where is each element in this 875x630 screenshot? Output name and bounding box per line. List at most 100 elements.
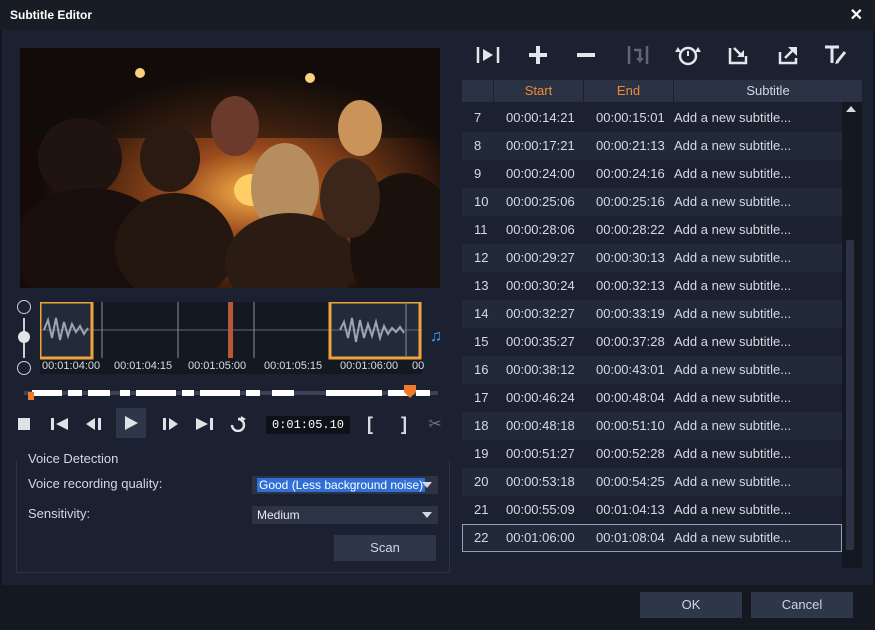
split-icon[interactable]: ✂ xyxy=(421,410,449,438)
sensitivity-value: Medium xyxy=(257,508,300,522)
row-subtitle-text[interactable]: Add a new subtitle... xyxy=(674,104,791,132)
play-subtitle-icon[interactable] xyxy=(474,42,502,68)
waveform-toggle-icon[interactable]: ♫ xyxy=(430,328,442,346)
table-row[interactable]: 18 00:00:48:18 00:00:51:10 Add a new subtit… xyxy=(462,412,842,440)
play-icon[interactable] xyxy=(116,408,146,438)
column-header-subtitle[interactable]: Subtitle xyxy=(674,80,862,102)
export-subtitle-icon[interactable] xyxy=(774,42,802,68)
stop-icon[interactable] xyxy=(10,410,38,438)
row-subtitle-text[interactable]: Add a new subtitle... xyxy=(674,496,791,524)
mark-in-icon[interactable]: [ xyxy=(356,410,384,438)
import-subtitle-icon[interactable] xyxy=(724,42,752,68)
title-bar: Subtitle Editor ✕ xyxy=(0,0,875,30)
column-header-end[interactable]: End xyxy=(584,80,674,102)
row-end-time: 00:00:43:01 xyxy=(596,362,665,377)
row-subtitle-text[interactable]: Add a new subtitle... xyxy=(674,216,791,244)
timeline-tick: 00 xyxy=(412,360,425,372)
row-start-time: 00:00:17:21 xyxy=(506,138,575,153)
scrollbar-thumb[interactable] xyxy=(846,240,854,550)
seek-bar[interactable] xyxy=(24,384,438,400)
row-start-time: 00:00:32:27 xyxy=(506,306,575,321)
table-row[interactable]: 9 00:00:24:00 00:00:24:16 Add a new subtitl… xyxy=(462,160,842,188)
quality-select[interactable]: Good (Less background noise) xyxy=(252,476,438,494)
row-index: 14 xyxy=(474,306,489,321)
text-options-icon[interactable] xyxy=(822,42,850,68)
row-subtitle-text[interactable]: Add a new subtitle... xyxy=(674,328,791,356)
mark-out-icon[interactable]: ] xyxy=(390,410,418,438)
row-end-time: 00:00:15:01 xyxy=(596,110,665,125)
row-start-time: 00:00:35:27 xyxy=(506,334,575,349)
table-row[interactable]: 21 00:00:55:09 00:01:04:13 Add a new subtit… xyxy=(462,496,842,524)
row-index: 22 xyxy=(474,530,489,545)
table-row[interactable]: 12 00:00:29:27 00:00:30:13 Add a new subtit… xyxy=(462,244,842,272)
row-index: 9 xyxy=(474,166,482,181)
table-row[interactable]: 14 00:00:32:27 00:00:33:19 Add a new subtit… xyxy=(462,300,842,328)
table-row[interactable]: 10 00:00:25:06 00:00:25:16 Add a new subtit… xyxy=(462,188,842,216)
remove-subtitle-icon[interactable] xyxy=(572,42,600,68)
timecode-field[interactable]: 0:01:05.10 xyxy=(266,416,350,434)
row-index: 15 xyxy=(474,334,489,349)
zoom-out-icon[interactable] xyxy=(17,361,31,375)
row-end-time: 00:01:04:13 xyxy=(596,502,665,517)
ok-button[interactable]: OK xyxy=(640,592,742,618)
table-row[interactable]: 20 00:00:53:18 00:00:54:25 Add a new subtit… xyxy=(462,468,842,496)
row-start-time: 00:01:06:00 xyxy=(506,530,575,545)
row-index: 11 xyxy=(474,222,488,237)
row-subtitle-text[interactable]: Add a new subtitle... xyxy=(674,244,791,272)
home-icon[interactable] xyxy=(46,410,74,438)
row-start-time: 00:00:46:24 xyxy=(506,390,575,405)
join-subtitle-icon[interactable] xyxy=(624,42,652,68)
row-index: 18 xyxy=(474,418,489,433)
table-row[interactable]: 19 00:00:51:27 00:00:52:28 Add a new subtit… xyxy=(462,440,842,468)
row-subtitle-text[interactable]: Add a new subtitle... xyxy=(674,132,791,160)
close-icon[interactable]: ✕ xyxy=(850,5,863,25)
row-subtitle-text[interactable]: Add a new subtitle... xyxy=(674,356,791,384)
row-index: 13 xyxy=(474,278,489,293)
table-row[interactable]: 15 00:00:35:27 00:00:37:28 Add a new subtit… xyxy=(462,328,842,356)
row-subtitle-text[interactable]: Add a new subtitle... xyxy=(674,524,791,552)
row-start-time: 00:00:48:18 xyxy=(506,418,575,433)
cancel-button[interactable]: Cancel xyxy=(751,592,853,618)
row-subtitle-text[interactable]: Add a new subtitle... xyxy=(674,300,791,328)
scroll-up-icon[interactable] xyxy=(846,106,856,112)
row-subtitle-text[interactable]: Add a new subtitle... xyxy=(674,412,791,440)
table-row[interactable]: 11 00:00:28:06 00:00:28:22 Add a new subtit… xyxy=(462,216,842,244)
end-icon[interactable] xyxy=(190,410,218,438)
voice-detection-title: Voice Detection xyxy=(26,451,121,466)
quality-label: Voice recording quality: xyxy=(28,476,163,491)
row-subtitle-text[interactable]: Add a new subtitle... xyxy=(674,160,791,188)
time-offset-icon[interactable] xyxy=(674,42,702,68)
sensitivity-label: Sensitivity: xyxy=(28,506,91,521)
row-end-time: 00:00:30:13 xyxy=(596,250,665,265)
timeline-tick: 00:01:05:00 xyxy=(188,360,247,372)
timeline-tick: 00:01:05:15 xyxy=(264,360,323,372)
row-end-time: 00:00:54:25 xyxy=(596,474,665,489)
zoom-slider-handle[interactable] xyxy=(18,331,30,343)
table-row[interactable]: 17 00:00:46:24 00:00:48:04 Add a new subtit… xyxy=(462,384,842,412)
row-subtitle-text[interactable]: Add a new subtitle... xyxy=(674,468,791,496)
row-subtitle-text[interactable]: Add a new subtitle... xyxy=(674,440,791,468)
row-start-time: 00:00:51:27 xyxy=(506,446,575,461)
chevron-down-icon xyxy=(422,512,432,518)
scan-button[interactable]: Scan xyxy=(334,535,436,561)
table-row[interactable]: 16 00:00:38:12 00:00:43:01 Add a new subtit… xyxy=(462,356,842,384)
column-header-start[interactable]: Start xyxy=(494,80,584,102)
row-subtitle-text[interactable]: Add a new subtitle... xyxy=(674,188,791,216)
add-subtitle-icon[interactable] xyxy=(524,42,552,68)
previous-frame-icon[interactable] xyxy=(80,410,108,438)
table-row[interactable]: 13 00:00:30:24 00:00:32:13 Add a new subtit… xyxy=(462,272,842,300)
row-subtitle-text[interactable]: Add a new subtitle... xyxy=(674,272,791,300)
table-row[interactable]: 7 00:00:14:21 00:00:15:01 Add a new subtitl… xyxy=(462,104,842,132)
sensitivity-select[interactable]: Medium xyxy=(252,506,438,524)
repeat-icon[interactable] xyxy=(224,410,252,438)
row-subtitle-text[interactable]: Add a new subtitle... xyxy=(674,384,791,412)
row-start-time: 00:00:29:27 xyxy=(506,250,575,265)
quality-value: Good (Less background noise) xyxy=(257,478,426,492)
table-row[interactable]: 8 00:00:17:21 00:00:21:13 Add a new subtitl… xyxy=(462,132,842,160)
row-end-time: 00:00:32:13 xyxy=(596,278,665,293)
next-frame-icon[interactable] xyxy=(156,410,184,438)
row-index: 21 xyxy=(474,502,489,517)
zoom-in-icon[interactable] xyxy=(17,300,31,314)
row-end-time: 00:00:33:19 xyxy=(596,306,665,321)
table-row[interactable]: 22 00:01:06:00 00:01:08:04 Add a new subtit… xyxy=(462,524,842,552)
